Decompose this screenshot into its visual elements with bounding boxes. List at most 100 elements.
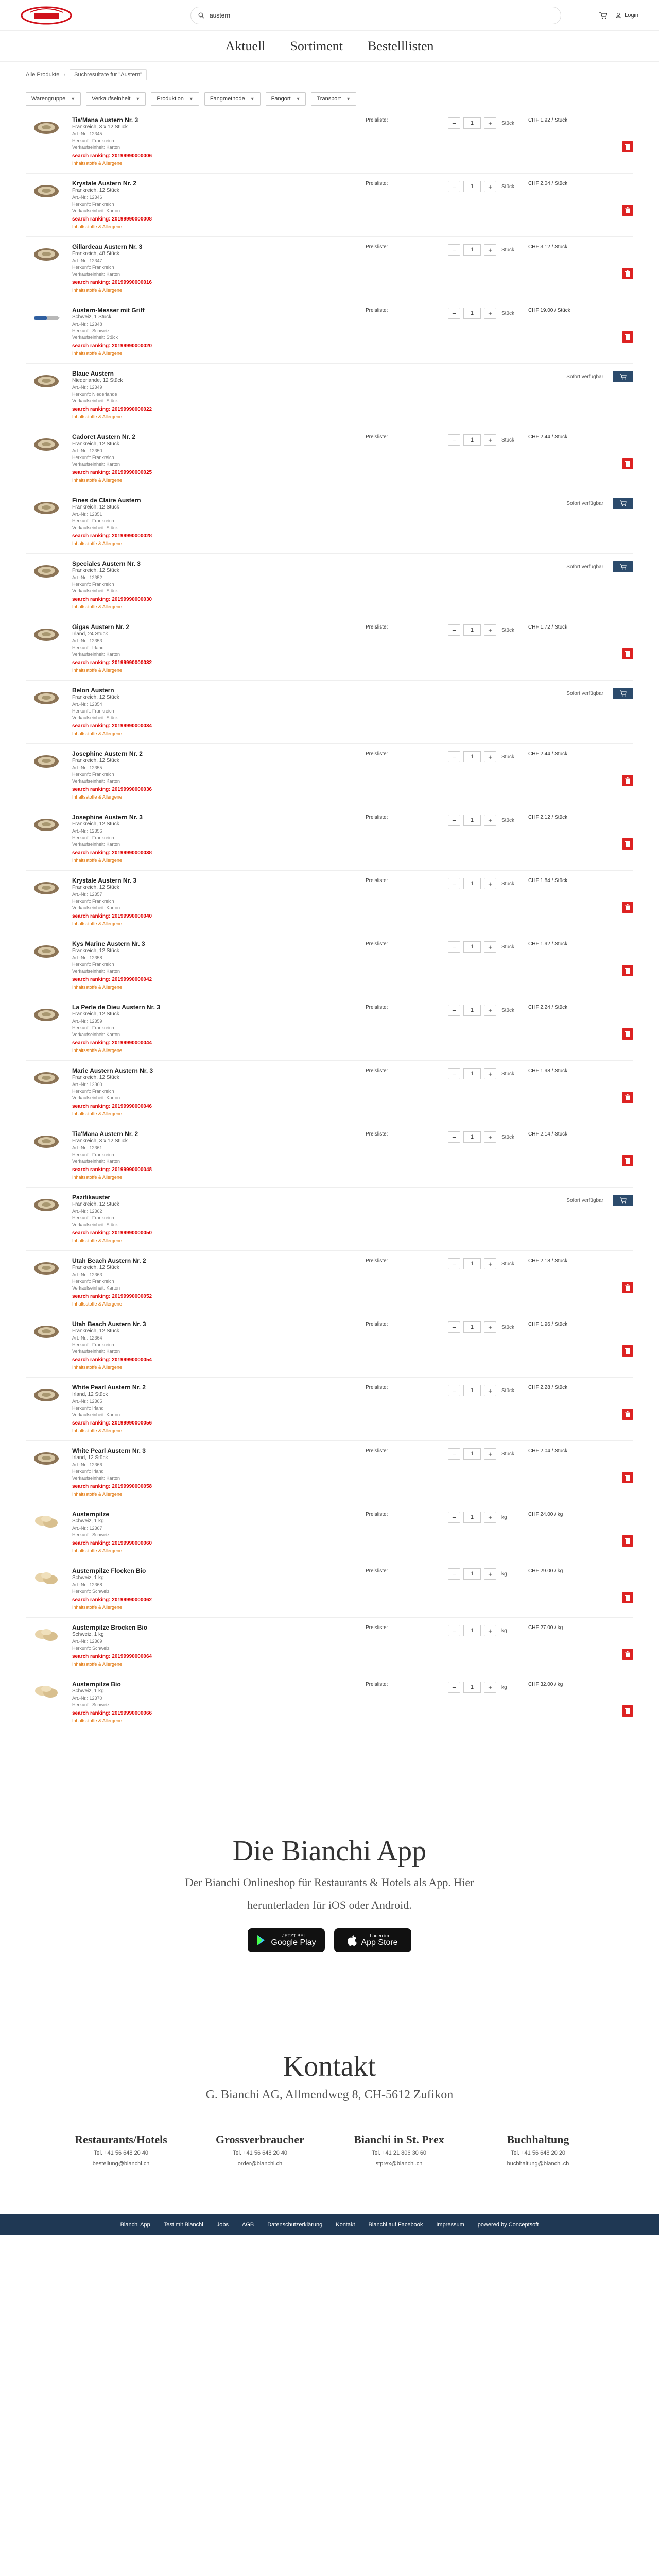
contact-email[interactable]: buchhaltung@bianchi.ch: [476, 2160, 600, 2168]
allergens-link[interactable]: Inhaltsstoffe & Allergene: [72, 985, 355, 990]
quantity-decrease-button[interactable]: −: [448, 1448, 460, 1460]
allergens-link[interactable]: Inhaltsstoffe & Allergene: [72, 161, 355, 166]
product-name[interactable]: Austernpilze: [72, 1511, 355, 1518]
quantity-increase-button[interactable]: +: [484, 815, 496, 826]
allergens-link[interactable]: Inhaltsstoffe & Allergene: [72, 287, 355, 293]
product-name[interactable]: Austernpilze Brocken Bio: [72, 1624, 355, 1631]
nav-sortiment[interactable]: Sortiment: [290, 39, 343, 54]
filter-transport[interactable]: Transport ▼: [311, 92, 357, 106]
product-image[interactable]: [26, 1194, 67, 1243]
allergens-link[interactable]: Inhaltsstoffe & Allergene: [72, 668, 355, 673]
product-image[interactable]: [26, 877, 67, 926]
product-name[interactable]: Pazifikauster: [72, 1194, 355, 1201]
contact-email[interactable]: stprex@bianchi.ch: [337, 2160, 461, 2168]
delete-button[interactable]: [622, 1535, 633, 1547]
product-image[interactable]: [26, 116, 67, 166]
delete-button[interactable]: [622, 1409, 633, 1420]
app-store-button[interactable]: Laden im App Store: [334, 1928, 411, 1952]
delete-button[interactable]: [622, 331, 633, 343]
product-image[interactable]: [26, 307, 67, 356]
allergens-link[interactable]: Inhaltsstoffe & Allergene: [72, 1605, 355, 1610]
allergens-link[interactable]: Inhaltsstoffe & Allergene: [72, 731, 355, 736]
quantity-decrease-button[interactable]: −: [448, 751, 460, 762]
quantity-value[interactable]: 1: [463, 1625, 481, 1636]
delete-button[interactable]: [622, 1649, 633, 1660]
product-name[interactable]: Blaue Austern: [72, 370, 355, 377]
quantity-decrease-button[interactable]: −: [448, 434, 460, 446]
quantity-value[interactable]: 1: [463, 1258, 481, 1269]
product-name[interactable]: Austernpilze Flocken Bio: [72, 1567, 355, 1574]
contact-phone[interactable]: Tel. +41 21 806 30 60: [337, 2149, 461, 2157]
delete-button[interactable]: [622, 1282, 633, 1293]
delete-button[interactable]: [622, 775, 633, 786]
allergens-link[interactable]: Inhaltsstoffe & Allergene: [72, 1662, 355, 1667]
product-image[interactable]: [26, 1681, 67, 1723]
filter-produktion[interactable]: Produktion ▼: [151, 92, 199, 106]
contact-phone[interactable]: Tel. +41 56 648 20 40: [59, 2149, 183, 2157]
quantity-value[interactable]: 1: [463, 308, 481, 319]
quantity-value[interactable]: 1: [463, 624, 481, 636]
quantity-increase-button[interactable]: +: [484, 1448, 496, 1460]
contact-email[interactable]: order@bianchi.ch: [198, 2160, 322, 2168]
quantity-value[interactable]: 1: [463, 1131, 481, 1143]
filter-fangmethode[interactable]: Fangmethode ▼: [204, 92, 261, 106]
product-name[interactable]: Austernpilze Bio: [72, 1681, 355, 1688]
product-name[interactable]: Tia'Mana Austern Nr. 2: [72, 1130, 355, 1138]
delete-button[interactable]: [622, 1028, 633, 1040]
add-to-cart-button[interactable]: [613, 688, 633, 699]
quantity-decrease-button[interactable]: −: [448, 1131, 460, 1143]
quantity-increase-button[interactable]: +: [484, 1258, 496, 1269]
quantity-value[interactable]: 1: [463, 117, 481, 129]
allergens-link[interactable]: Inhaltsstoffe & Allergene: [72, 1175, 355, 1180]
allergens-link[interactable]: Inhaltsstoffe & Allergene: [72, 604, 355, 609]
product-image[interactable]: [26, 1567, 67, 1610]
quantity-value[interactable]: 1: [463, 244, 481, 256]
quantity-value[interactable]: 1: [463, 815, 481, 826]
product-name[interactable]: Fines de Claire Austern: [72, 497, 355, 504]
quantity-increase-button[interactable]: +: [484, 1385, 496, 1396]
allergens-link[interactable]: Inhaltsstoffe & Allergene: [72, 1492, 355, 1497]
quantity-decrease-button[interactable]: −: [448, 941, 460, 953]
quantity-decrease-button[interactable]: −: [448, 181, 460, 192]
allergens-link[interactable]: Inhaltsstoffe & Allergene: [72, 1301, 355, 1307]
quantity-value[interactable]: 1: [463, 1682, 481, 1693]
allergens-link[interactable]: Inhaltsstoffe & Allergene: [72, 224, 355, 229]
filter-verkaufseinheit[interactable]: Verkaufseinheit ▼: [86, 92, 146, 106]
allergens-link[interactable]: Inhaltsstoffe & Allergene: [72, 1048, 355, 1053]
product-image[interactable]: [26, 1004, 67, 1053]
delete-button[interactable]: [622, 1705, 633, 1717]
product-name[interactable]: Krystale Austern Nr. 3: [72, 877, 355, 884]
footer-link[interactable]: Bianchi auf Facebook: [369, 2222, 423, 2228]
product-image[interactable]: [26, 1447, 67, 1497]
quantity-value[interactable]: 1: [463, 434, 481, 446]
quantity-increase-button[interactable]: +: [484, 1568, 496, 1580]
product-name[interactable]: Gigas Austern Nr. 2: [72, 623, 355, 631]
breadcrumb-search-results[interactable]: Suchresultate für "Austern": [70, 69, 147, 80]
add-to-cart-button[interactable]: [613, 1195, 633, 1206]
product-image[interactable]: [26, 370, 67, 419]
quantity-increase-button[interactable]: +: [484, 1682, 496, 1693]
product-image[interactable]: [26, 1130, 67, 1180]
quantity-value[interactable]: 1: [463, 878, 481, 889]
quantity-decrease-button[interactable]: −: [448, 1568, 460, 1580]
quantity-value[interactable]: 1: [463, 751, 481, 762]
product-name[interactable]: Utah Beach Austern Nr. 2: [72, 1257, 355, 1264]
add-to-cart-button[interactable]: [613, 561, 633, 572]
footer-link[interactable]: Impressum: [436, 2222, 464, 2228]
quantity-decrease-button[interactable]: −: [448, 1005, 460, 1016]
footer-link[interactable]: Test mit Bianchi: [164, 2222, 203, 2228]
product-image[interactable]: [26, 497, 67, 546]
quantity-increase-button[interactable]: +: [484, 181, 496, 192]
product-image[interactable]: [26, 687, 67, 736]
delete-button[interactable]: [622, 458, 633, 469]
quantity-increase-button[interactable]: +: [484, 1625, 496, 1636]
delete-button[interactable]: [622, 838, 633, 850]
product-image[interactable]: [26, 1624, 67, 1667]
product-name[interactable]: Speciales Austern Nr. 3: [72, 560, 355, 567]
delete-button[interactable]: [622, 205, 633, 216]
quantity-increase-button[interactable]: +: [484, 878, 496, 889]
quantity-value[interactable]: 1: [463, 1005, 481, 1016]
quantity-decrease-button[interactable]: −: [448, 1258, 460, 1269]
quantity-decrease-button[interactable]: −: [448, 1625, 460, 1636]
quantity-value[interactable]: 1: [463, 1512, 481, 1523]
